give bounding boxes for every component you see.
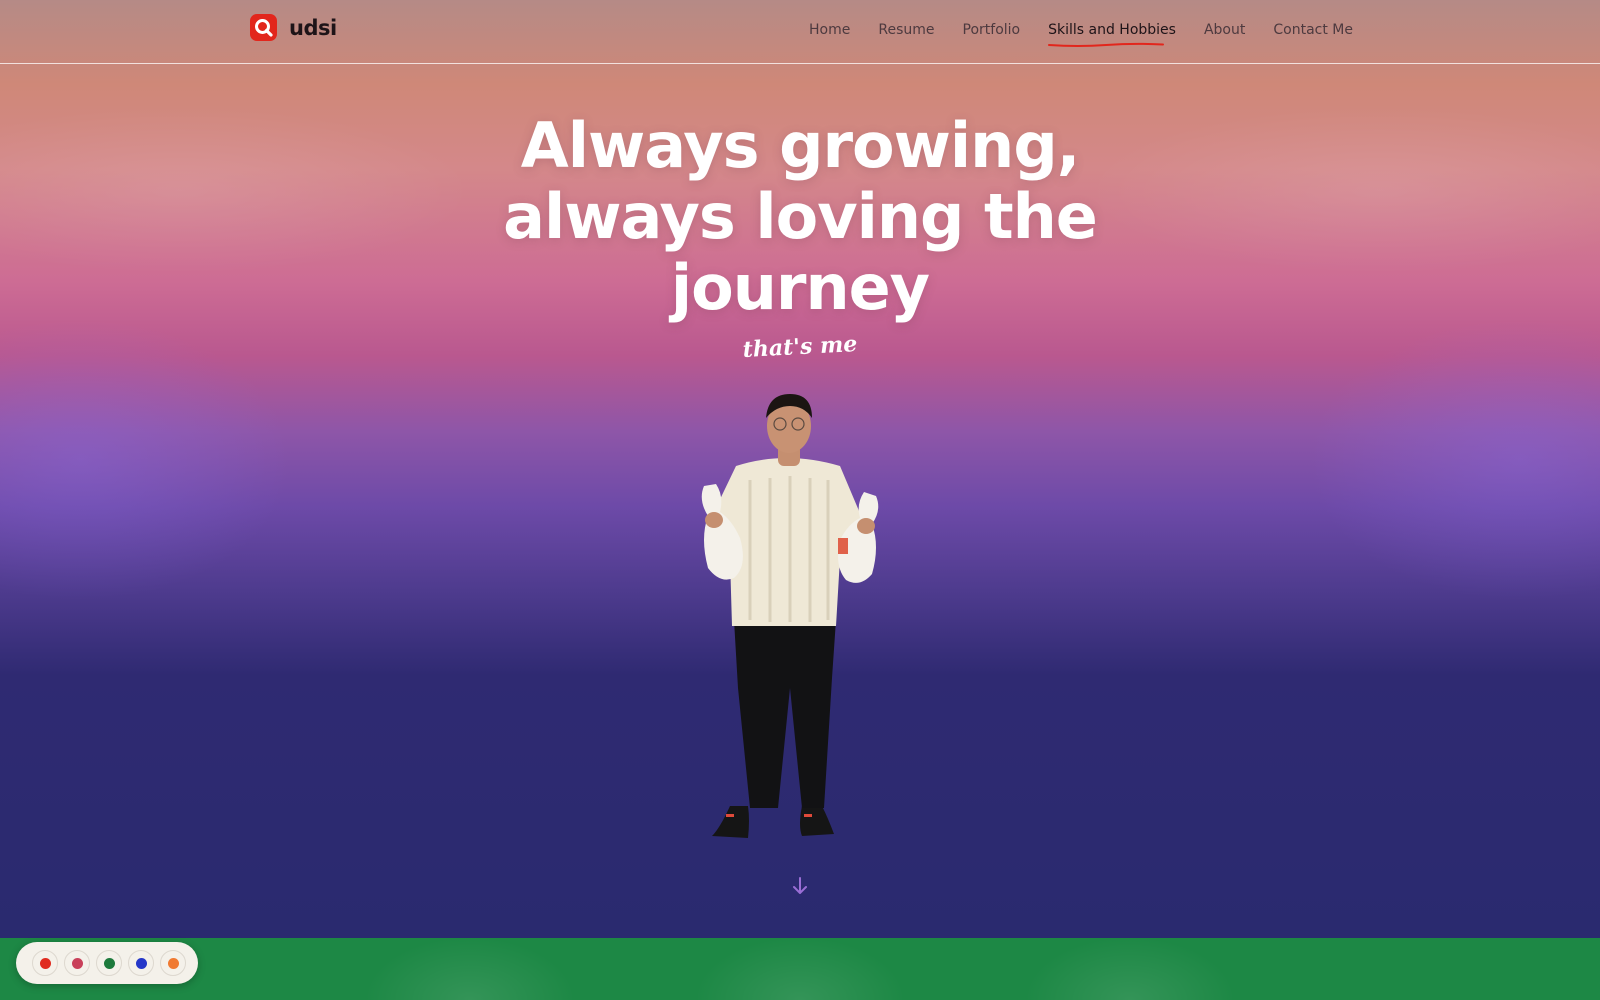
theme-swatch-orange[interactable] xyxy=(160,950,186,976)
brand-name: udsi xyxy=(289,15,337,40)
swatch-dot-red xyxy=(39,957,51,969)
nav-home[interactable]: Home xyxy=(809,22,850,38)
main-nav: Home Resume Portfolio Skills and Hobbies… xyxy=(809,22,1353,47)
site-header: udsi Home Resume Portfolio Skills and Ho… xyxy=(0,0,1600,64)
theme-swatch-rose[interactable] xyxy=(64,950,90,976)
person-photo xyxy=(701,394,879,838)
swatch-dot-green xyxy=(103,957,115,969)
brand-logo[interactable]: udsi xyxy=(250,14,337,41)
nav-skills-and-hobbies-label: Skills and Hobbies xyxy=(1048,22,1176,38)
nav-portfolio[interactable]: Portfolio xyxy=(963,22,1021,38)
theme-switcher xyxy=(16,942,198,984)
swatch-dot-blue xyxy=(135,957,147,969)
nav-about[interactable]: About xyxy=(1204,22,1245,38)
headline-line-3: journey xyxy=(670,251,930,324)
next-section xyxy=(0,938,1600,1000)
nav-resume[interactable]: Resume xyxy=(878,22,934,38)
logo-icon xyxy=(250,14,277,41)
swatch-dot-orange xyxy=(167,957,179,969)
nav-skills-and-hobbies[interactable]: Skills and Hobbies xyxy=(1048,22,1176,47)
headline-line-2: always loving the xyxy=(503,180,1098,253)
swatch-dot-rose xyxy=(71,957,83,969)
nav-contact-me[interactable]: Contact Me xyxy=(1273,22,1353,38)
theme-swatch-green[interactable] xyxy=(96,950,122,976)
hero-headline: Always growing, always loving the journe… xyxy=(400,110,1200,323)
active-underline xyxy=(1048,42,1165,47)
theme-swatch-red[interactable] xyxy=(32,950,58,976)
theme-swatch-blue[interactable] xyxy=(128,950,154,976)
arrow-down-icon[interactable] xyxy=(790,876,810,896)
headline-line-1: Always growing, xyxy=(520,109,1080,182)
